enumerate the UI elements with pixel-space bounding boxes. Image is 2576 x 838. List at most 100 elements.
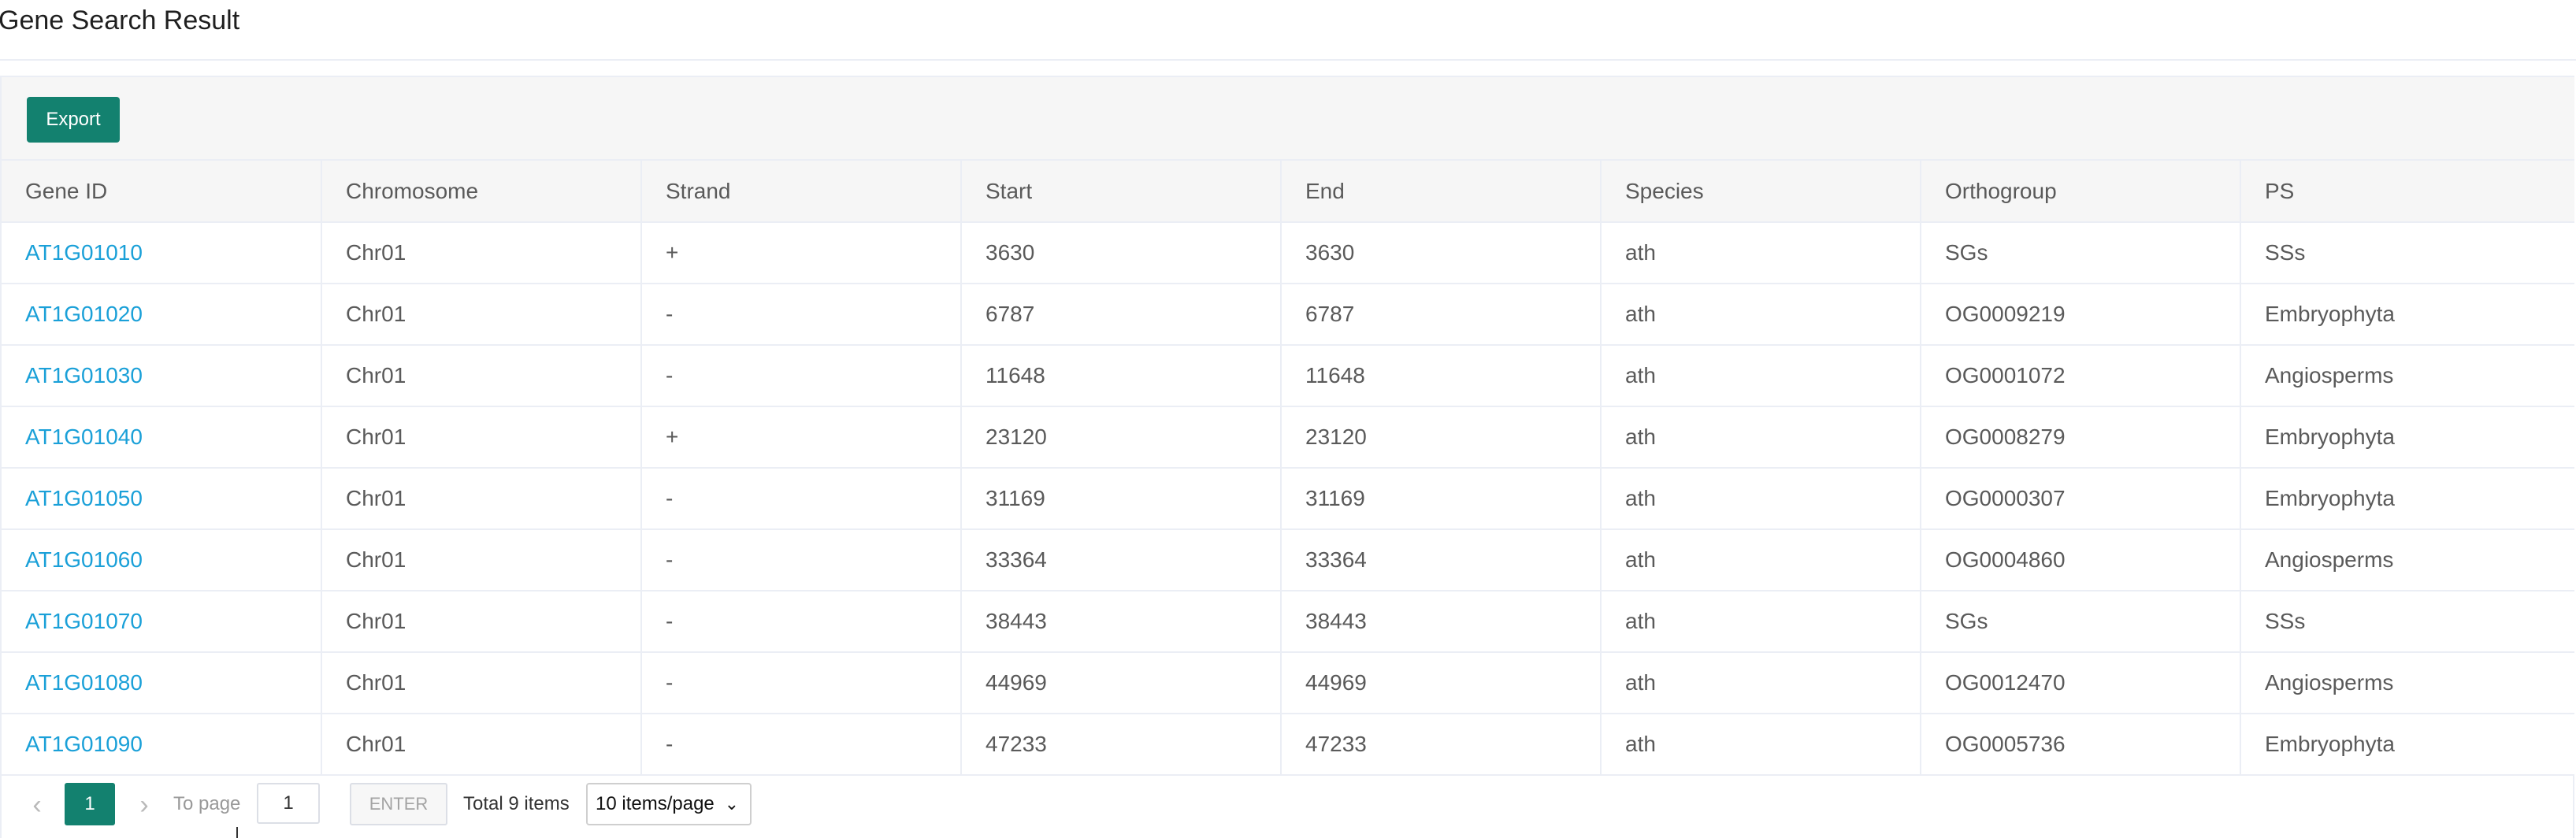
cell-gene-id: AT1G01010 [2,222,322,284]
cell-species: ath [1601,529,1921,591]
cell-orthogroup: SGs [1921,222,2241,284]
table-row: AT1G01050 Chr01-31169 31169 ath OG0000307 Emb… [2,468,2574,530]
cell-chromosome: Chr01 [321,345,642,407]
column-header-ps: PS [2240,161,2574,223]
page-title: Gene Search Result [0,6,240,35]
cell-orthogroup: OG0005736 [1921,714,2241,776]
column-header-orthogroup: Orthogroup [1921,161,2241,223]
cell-orthogroup: OG0004860 [1921,529,2241,591]
gene-id-link[interactable]: AT1G01050 [25,486,143,510]
gene-id-link[interactable]: AT1G01090 [25,732,143,756]
cell-gene-id: AT1G01080 [2,652,322,714]
cell-gene-id: AT1G01060 [2,529,322,591]
gene-id-link[interactable]: AT1G01060 [25,547,143,572]
cell-strand: - [641,468,962,530]
cell-ps: Embryophyta [2240,468,2574,530]
cell-orthogroup: OG0012470 [1921,652,2241,714]
cell-strand: - [641,591,962,653]
table-row: AT1G01040 Chr01 +23120 23120 ath OG0008279 Emb… [2,406,2574,469]
cell-orthogroup: OG0008279 [1921,406,2241,469]
table-toolbar: Export [2,77,2574,161]
table-row: AT1G01030 Chr01-11648 11648 ath OG0001072 Ang… [2,345,2574,407]
gene-id-link[interactable]: AT1G01030 [25,363,143,387]
chevron-right-icon[interactable]: › [132,789,156,821]
gene-results-table: Gene ID Chromosome Strand Start End Species Or… [2,161,2574,776]
page-size-value: 10 items/page [596,793,715,814]
cell-strand: - [641,529,962,591]
cell-start: 23120 [961,406,1282,469]
cell-start: 44969 [961,652,1282,714]
gene-id-link[interactable]: AT1G01080 [25,670,143,695]
cell-end: 44969 [1281,652,1602,714]
total-items-label: Total 9 items [463,793,570,814]
cell-chromosome: Chr01 [321,714,642,776]
cell-ps: SSs [2240,222,2574,284]
cell-end: 31169 [1281,468,1602,530]
gene-id-link[interactable]: AT1G01020 [25,302,143,326]
table-row: AT1G01080 Chr01-44969 44969 ath OG0012470 Ang… [2,652,2574,714]
title-divider [0,59,2576,61]
cell-end: 3630 [1281,222,1602,284]
page-number-current[interactable]: 1 [65,783,115,825]
to-page-label: To page [173,793,241,814]
pagination: ‹ 1 › To page ENTER Total 9 items 10 ite… [2,777,2574,838]
gene-id-link[interactable]: AT1G01040 [25,425,143,449]
cell-chromosome: Chr01 [321,652,642,714]
page-size-select[interactable]: 10 items/page ⌄ [586,783,752,825]
cell-start: 47233 [961,714,1282,776]
cell-gene-id: AT1G01030 [2,345,322,407]
cell-chromosome: Chr01 [321,284,642,346]
page-jump-input[interactable] [257,783,320,824]
table-row: AT1G01070 Chr01-38443 38443 ath SGs SSs [2,591,2574,653]
export-button[interactable]: Export [27,97,120,143]
table-row: AT1G01060 Chr01-33364 33364 ath OG0004860 Ang… [2,529,2574,591]
chevron-left-icon[interactable]: ‹ [25,789,49,821]
cell-start: 11648 [961,345,1282,407]
table-row: AT1G01090 Chr01-47233 47233 ath OG0005736 Emb… [2,714,2574,776]
cell-ps: Embryophyta [2240,714,2574,776]
cell-end: 33364 [1281,529,1602,591]
cell-start: 33364 [961,529,1282,591]
table-row: AT1G01010 Chr01 +3630 3630 ath SGs SSs [2,222,2574,284]
cell-chromosome: Chr01 [321,529,642,591]
gene-id-link[interactable]: AT1G01070 [25,609,143,633]
gene-id-link[interactable]: AT1G01010 [25,240,143,265]
cell-strand: - [641,714,962,776]
cell-ps: Angiosperms [2240,345,2574,407]
cell-ps: Embryophyta [2240,284,2574,346]
chevron-down-icon: ⌄ [724,794,739,814]
cell-species: ath [1601,468,1921,530]
cell-ps: SSs [2240,591,2574,653]
cell-end: 11648 [1281,345,1602,407]
enter-button[interactable]: ENTER [350,783,447,825]
results-panel: Export Gene ID Chromosome Strand Start End Sp… [0,76,2574,838]
column-header-strand: Strand [641,161,962,223]
column-header-start: Start [961,161,1282,223]
cell-species: ath [1601,284,1921,346]
cell-strand: - [641,652,962,714]
table-body: AT1G01010 Chr01 +3630 3630 ath SGs SSs AT1G0102… [2,222,2574,776]
cell-chromosome: Chr01 [321,468,642,530]
cell-end: 6787 [1281,284,1602,346]
cell-species: ath [1601,222,1921,284]
cell-gene-id: AT1G01020 [2,284,322,346]
cell-orthogroup: SGs [1921,591,2241,653]
column-header-chromosome: Chromosome [321,161,642,223]
cell-gene-id: AT1G01090 [2,714,322,776]
cell-gene-id: AT1G01040 [2,406,322,469]
cell-end: 38443 [1281,591,1602,653]
cell-chromosome: Chr01 [321,406,642,469]
cell-gene-id: AT1G01050 [2,468,322,530]
cell-orthogroup: OG0000307 [1921,468,2241,530]
cell-ps: Angiosperms [2240,529,2574,591]
cell-start: 31169 [961,468,1282,530]
cell-species: ath [1601,591,1921,653]
cell-species: ath [1601,406,1921,469]
cell-ps: Embryophyta [2240,406,2574,469]
column-header-species: Species [1601,161,1921,223]
cell-ps: Angiosperms [2240,652,2574,714]
cell-strand: + [641,222,962,284]
cell-species: ath [1601,345,1921,407]
cell-strand: - [641,345,962,407]
cell-start: 3630 [961,222,1282,284]
